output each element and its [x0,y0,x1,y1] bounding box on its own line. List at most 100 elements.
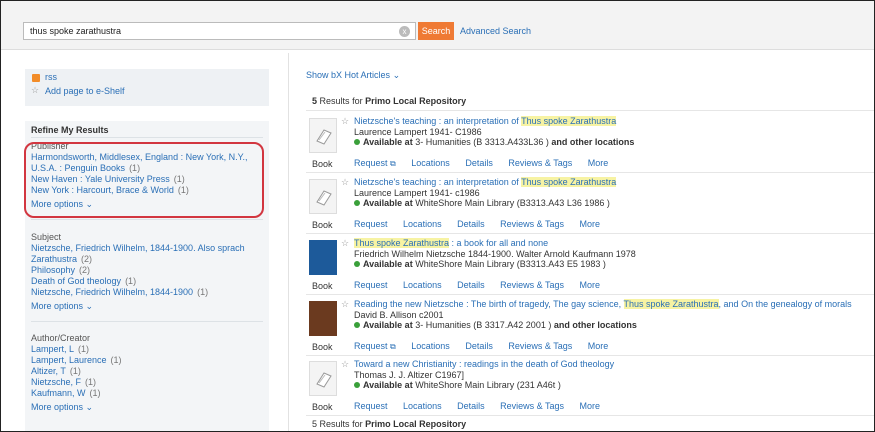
result-type: Book [312,159,333,169]
result-title[interactable]: Reading the new Nietzsche : The birth of… [354,299,852,309]
tab-request[interactable]: Request [354,401,388,411]
chevron-down-icon: ⌄ [85,301,94,311]
tab-request[interactable]: Request [354,280,388,290]
result-title[interactable]: Nietzsche's teaching : an interpretation… [354,177,617,187]
tab-details[interactable]: Details [465,158,493,168]
facet-item[interactable]: Altizer, T (1) [31,366,81,377]
book-cover-image[interactable] [309,301,337,336]
divider [306,294,874,295]
tab-locations[interactable]: Locations [403,219,442,229]
external-link-icon: ⧉ [390,342,396,351]
tab-reviews-tags[interactable]: Reviews & Tags [508,341,572,351]
available-icon [354,261,360,267]
more-options-subject[interactable]: More options ⌄ [31,301,93,312]
tab-reviews-tags[interactable]: Reviews & Tags [500,401,564,411]
results-header: 5 Results for Primo Local Repository [312,96,467,106]
facet-title-author: Author/Creator [31,333,91,343]
result-tabs: Request ⧉ Locations Details Reviews & Ta… [354,158,621,169]
result-type: Book [312,220,333,230]
star-icon[interactable]: ☆ [31,85,39,96]
book-icon [316,190,332,206]
book-icon [316,372,332,388]
clear-search-icon[interactable]: x [399,26,410,37]
app-window: thus spoke zarathustra x Search Advanced… [0,0,875,432]
search-input[interactable]: thus spoke zarathustra [23,22,416,40]
result-tabs: Request Locations Details Reviews & Tags… [354,219,613,229]
star-icon[interactable]: ☆ [341,116,349,127]
tab-more[interactable]: More [588,341,609,351]
tab-request[interactable]: Request ⧉ [354,341,396,351]
result-title[interactable]: Thus spoke Zarathustra : a book for all … [354,238,548,248]
divider [306,110,874,111]
divider [306,233,874,234]
publisher-highlight-annotation [24,142,264,218]
result-title[interactable]: Toward a new Christianity : readings in … [354,359,614,369]
rss-icon[interactable] [32,74,40,82]
search-button[interactable]: Search [418,22,454,40]
divider [31,137,263,138]
star-icon[interactable]: ☆ [341,359,349,370]
result-type: Book [312,342,333,352]
result-author: David B. Allison c2001 [354,310,444,320]
refine-title: Refine My Results [31,125,109,135]
tab-request[interactable]: Request ⧉ [354,158,396,168]
tab-more[interactable]: More [580,280,601,290]
tab-more[interactable]: More [588,158,609,168]
tab-more[interactable]: More [580,401,601,411]
book-thumbnail[interactable] [309,361,337,396]
tab-details[interactable]: Details [457,401,485,411]
book-thumbnail[interactable] [309,179,337,214]
result-availability: Available at WhiteShore Main Library (B3… [354,198,610,208]
star-icon[interactable]: ☆ [341,177,349,188]
facet-item[interactable]: Death of God theology (1) [31,276,136,287]
tab-reviews-tags[interactable]: Reviews & Tags [508,158,572,168]
results-panel: Show bX Hot Articles ⌄ 5 Results for Pri… [288,53,874,431]
result-author: Thomas J. J. Altizer C1967] [354,370,465,380]
facet-item[interactable]: Lampert, L (1) [31,344,89,355]
divider [31,321,263,322]
available-icon [354,139,360,145]
result-availability: Available at 3- Humanities (B 3313.A433L… [354,137,634,147]
tab-locations[interactable]: Locations [411,341,450,351]
book-cover-image[interactable] [309,240,337,275]
external-link-icon: ⧉ [390,159,396,168]
more-options-author[interactable]: More options ⌄ [31,402,93,413]
result-item: Book ☆ Reading the new Nietzsche : The b… [306,299,874,357]
results-footer: 5 Results for Primo Local Repository [312,419,467,429]
chevron-down-icon: ⌄ [85,402,94,412]
advanced-search-link[interactable]: Advanced Search [460,26,531,36]
tab-details[interactable]: Details [465,341,493,351]
result-author: Laurence Lampert 1941- c1986 [354,188,480,198]
divider [306,415,874,416]
result-type: Book [312,402,333,412]
book-thumbnail[interactable] [309,118,337,153]
facet-item[interactable]: Lampert, Laurence (1) [31,355,122,366]
tab-request[interactable]: Request [354,219,388,229]
star-icon[interactable]: ☆ [341,238,349,249]
facet-item[interactable]: Nietzsche, Friedrich Wilhelm, 1844-1900.… [31,243,245,254]
facet-item[interactable]: Philosophy (2) [31,265,90,276]
tab-reviews-tags[interactable]: Reviews & Tags [500,219,564,229]
result-author: Friedrich Wilhelm Nietzsche 1844-1900. W… [354,249,636,259]
available-icon [354,382,360,388]
facet-item[interactable]: Nietzsche, F (1) [31,377,96,388]
hot-articles-link[interactable]: Show bX Hot Articles ⌄ [306,70,400,81]
tab-details[interactable]: Details [457,280,485,290]
facet-item[interactable]: Kaufmann, W (1) [31,388,101,399]
tab-more[interactable]: More [580,219,601,229]
result-type: Book [312,281,333,291]
tab-details[interactable]: Details [457,219,485,229]
result-title[interactable]: Nietzsche's teaching : an interpretation… [354,116,617,126]
result-tabs: Request Locations Details Reviews & Tags… [354,280,613,290]
rss-link[interactable]: rss [45,72,57,82]
tab-reviews-tags[interactable]: Reviews & Tags [500,280,564,290]
star-icon[interactable]: ☆ [341,299,349,310]
tab-locations[interactable]: Locations [403,280,442,290]
tab-locations[interactable]: Locations [411,158,450,168]
facet-item[interactable]: Zarathustra (2) [31,254,92,265]
available-icon [354,322,360,328]
add-to-eshelf-link[interactable]: Add page to e-Shelf [45,86,125,96]
facet-item[interactable]: Nietzsche, Friedrich Wilhelm, 1844-1900(… [31,287,208,298]
tab-locations[interactable]: Locations [403,401,442,411]
result-item: Book ☆ Nietzsche's teaching : an interpr… [306,116,874,174]
